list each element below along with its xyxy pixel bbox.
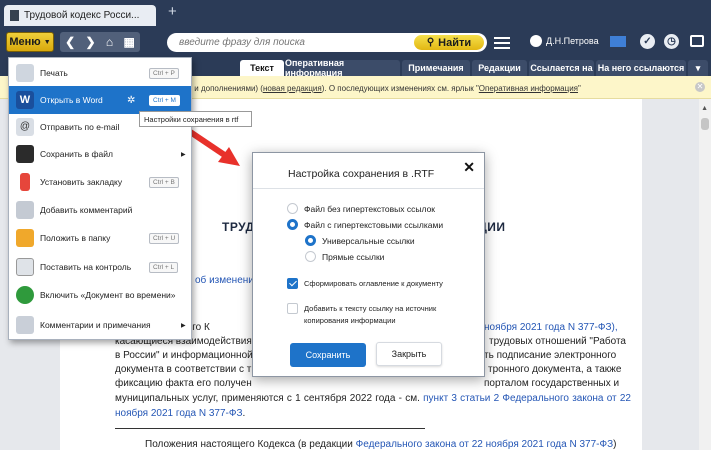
bookmark-icon <box>20 173 30 191</box>
menu-item-save-file[interactable]: Сохранить в файл ▶ <box>9 140 191 168</box>
main-menu: Печать Ctrl + P W Открыть в Word ✲ Ctrl … <box>8 57 192 340</box>
option-direct-links[interactable]: Прямые ссылки <box>305 251 384 262</box>
close-button[interactable]: Закрыть <box>376 342 442 366</box>
word-icon: W <box>16 91 34 109</box>
printer-icon <box>16 64 34 82</box>
radio-universal-links[interactable] <box>305 235 316 246</box>
save-button[interactable]: Сохранить <box>290 343 366 367</box>
close-icon[interactable]: ✕ <box>463 159 475 176</box>
menu-item-label: Поставить на контроль <box>40 262 132 272</box>
option-label: Файл с гипертекстовыми ссылками <box>304 219 444 230</box>
menu-item-label: Отправить по e-mail <box>40 122 120 132</box>
menu-item-label: Добавить комментарий <box>40 205 133 215</box>
option-no-links[interactable]: Файл без гипертекстовых ссылок <box>287 203 435 214</box>
save-icon <box>16 145 34 163</box>
option-with-links[interactable]: Файл с гипертекстовыми ссылками <box>287 219 443 230</box>
comment-icon <box>16 201 34 219</box>
clock-icon <box>16 286 34 304</box>
menu-item-label: Комментарии и примечания <box>40 320 151 330</box>
shortcut-badge: Ctrl + M <box>149 94 180 106</box>
submenu-arrow-icon: ▶ <box>181 322 186 329</box>
dialog-title: Настройка сохранения в .RTF <box>288 168 435 180</box>
submenu-arrow-icon: ▶ <box>181 151 186 158</box>
option-toc[interactable]: Сформировать оглавление к документу <box>287 278 443 289</box>
menu-item-label: Включить «Документ во времени» <box>40 290 176 300</box>
shortcut-badge: Ctrl + L <box>149 261 179 273</box>
gear-icon[interactable]: ✲ <box>127 95 135 106</box>
rtf-settings-dialog: Настройка сохранения в .RTF ✕ Файл без г… <box>252 152 485 377</box>
option-label-line2: копирования информации <box>304 316 396 325</box>
menu-item-label: Установить закладку <box>40 177 123 187</box>
menu-item-label: Положить в папку <box>40 233 111 243</box>
checkbox-source-link[interactable] <box>287 303 298 314</box>
radio-no-links[interactable] <box>287 203 298 214</box>
option-universal-links[interactable]: Универсальные ссылки <box>305 235 415 246</box>
menu-item-control[interactable]: Поставить на контроль Ctrl + L <box>9 253 191 281</box>
menu-item-label: Сохранить в файл <box>40 149 113 159</box>
option-label: Сформировать оглавление к документу <box>304 279 443 288</box>
menu-item-notes[interactable]: Комментарии и примечания ▶ <box>9 311 191 339</box>
rtf-settings-tooltip: Настройки сохранения в rtf <box>139 111 252 127</box>
menu-item-label: Печать <box>40 68 68 78</box>
menu-item-doc-in-time[interactable]: Включить «Документ во времени» <box>9 281 191 309</box>
notes-icon <box>16 316 34 334</box>
dialog-divider <box>253 188 484 189</box>
option-label: Универсальные ссылки <box>322 235 415 246</box>
menu-item-comment[interactable]: Добавить комментарий <box>9 196 191 224</box>
menu-item-bookmark[interactable]: Установить закладку Ctrl + B <box>9 168 191 196</box>
menu-item-print[interactable]: Печать Ctrl + P <box>9 59 191 87</box>
folder-icon <box>16 229 34 247</box>
control-icon <box>16 258 34 276</box>
radio-with-links[interactable] <box>287 219 298 230</box>
option-label-multiline: Добавить к тексту ссылку на источник коп… <box>304 303 436 327</box>
checkbox-toc[interactable] <box>287 278 298 289</box>
menu-item-label: Открыть в Word <box>40 95 103 105</box>
option-source-link[interactable]: Добавить к тексту ссылку на источник коп… <box>287 303 436 327</box>
menu-item-folder[interactable]: Положить в папку Ctrl + U <box>9 224 191 252</box>
radio-direct-links[interactable] <box>305 251 316 262</box>
option-label: Прямые ссылки <box>322 251 385 262</box>
shortcut-badge: Ctrl + B <box>149 176 179 188</box>
email-icon: @ <box>16 118 34 136</box>
shortcut-badge: Ctrl + P <box>149 67 179 79</box>
menu-item-open-word[interactable]: W Открыть в Word ✲ Ctrl + M <box>9 86 191 114</box>
option-label: Файл без гипертекстовых ссылок <box>304 203 436 214</box>
shortcut-badge: Ctrl + U <box>149 232 180 244</box>
option-label-line1: Добавить к тексту ссылку на источник <box>304 304 437 313</box>
